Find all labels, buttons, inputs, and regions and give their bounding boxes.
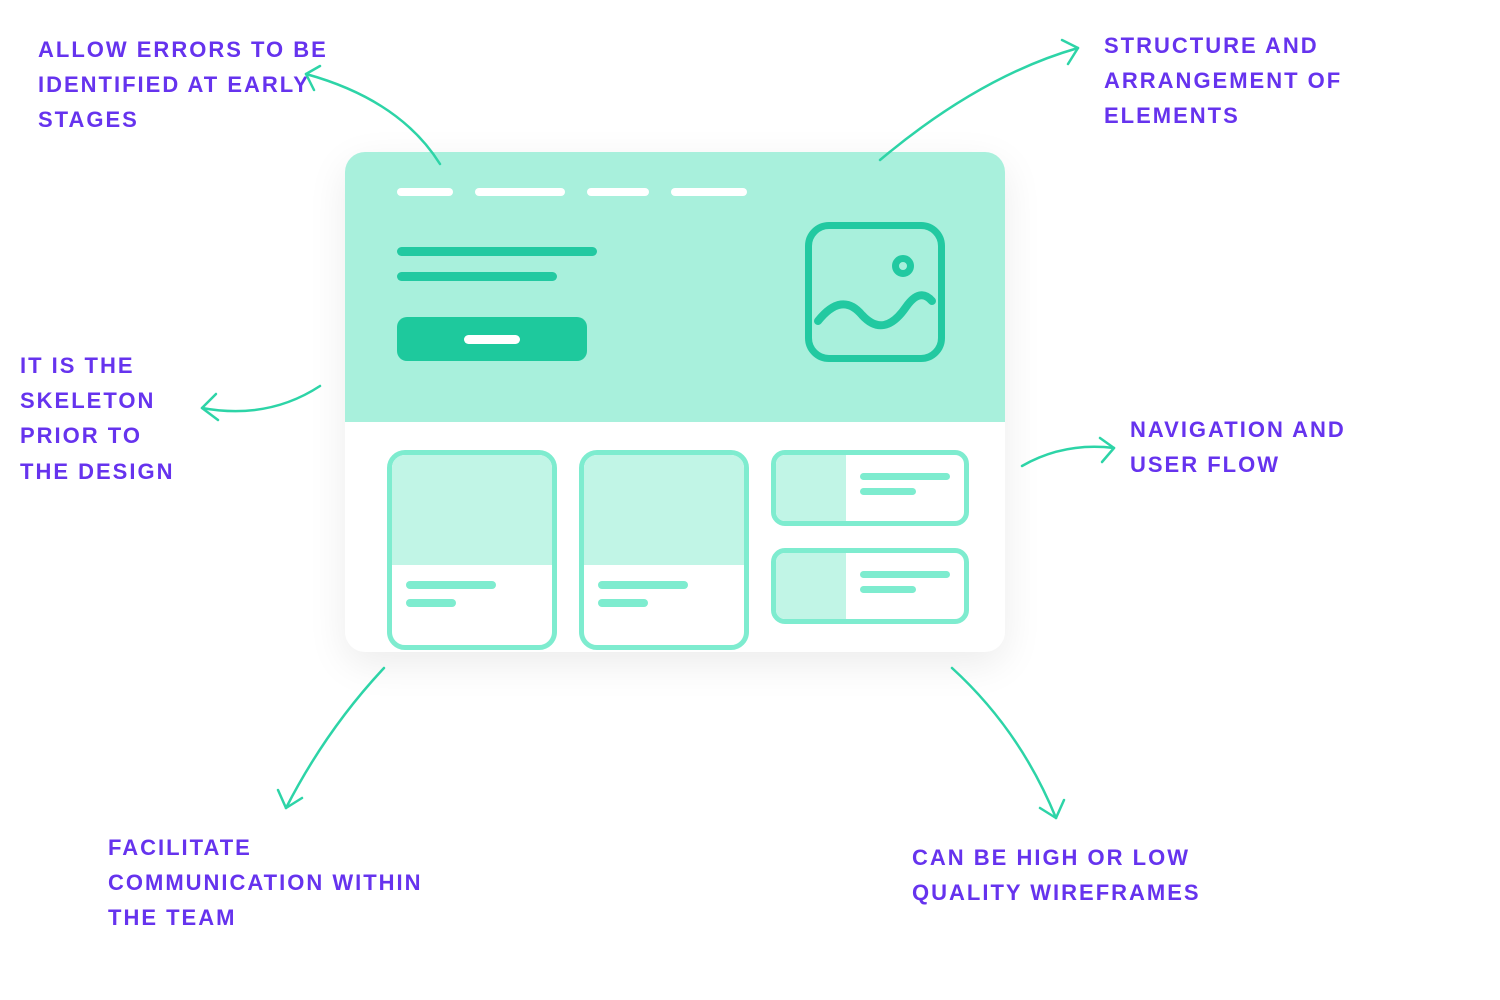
heading-placeholder <box>397 247 597 297</box>
image-placeholder-icon <box>805 222 945 362</box>
list-column <box>771 450 969 624</box>
cta-button-placeholder <box>397 317 587 361</box>
arrow-bottom-right <box>940 660 1080 830</box>
label-skeleton: IT IS THE SKELETON PRIOR TO THE DESIGN <box>20 348 200 489</box>
label-quality: CAN BE HIGH OR LOW QUALITY WIREFRAMES <box>912 840 1292 910</box>
nav-item <box>397 188 453 196</box>
wireframe-mockup <box>345 152 1005 652</box>
nav-placeholder <box>397 188 747 196</box>
label-allow-errors: ALLOW ERRORS TO BE IDENTIFIED AT EARLY S… <box>38 32 368 138</box>
label-structure: STRUCTURE AND ARRANGEMENT OF ELEMENTS <box>1104 28 1364 134</box>
hero-section <box>345 152 1005 422</box>
nav-item <box>671 188 747 196</box>
card-placeholder <box>579 450 749 650</box>
nav-item <box>587 188 649 196</box>
content-row <box>345 422 1005 652</box>
label-facilitate: FACILITATE COMMUNICATION WITHIN THE TEAM <box>108 830 448 936</box>
arrow-bottom-left <box>266 660 396 820</box>
label-navigation: NAVIGATION AND USER FLOW <box>1130 412 1350 482</box>
list-item-placeholder <box>771 548 969 624</box>
card-placeholder <box>387 450 557 650</box>
arrow-mid-right <box>1014 430 1124 480</box>
arrow-mid-left <box>188 372 328 432</box>
arrow-top-right <box>870 36 1090 166</box>
list-item-placeholder <box>771 450 969 526</box>
nav-item <box>475 188 565 196</box>
